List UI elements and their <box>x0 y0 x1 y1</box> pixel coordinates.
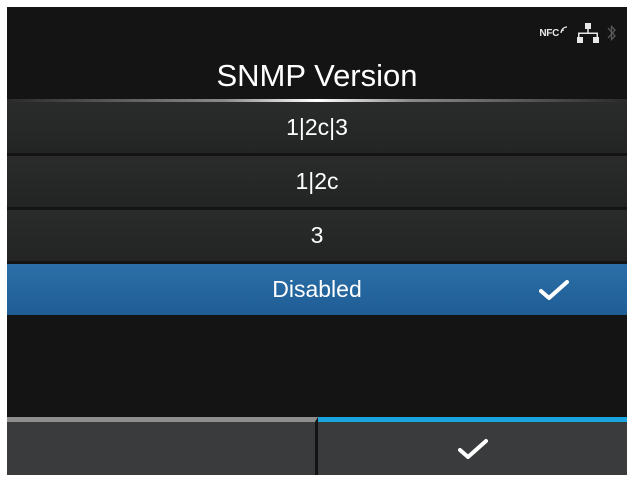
option-label: 3 <box>310 222 324 248</box>
checkmark-icon <box>457 438 488 459</box>
softkey-bar <box>7 417 627 475</box>
option-item-1-2c-3[interactable]: 1|2c|3 <box>7 102 627 153</box>
status-icons: NFC <box>539 23 617 43</box>
option-label: 1|2c <box>295 168 339 194</box>
nfc-icon: NFC <box>539 25 569 39</box>
selected-check-icon <box>539 279 569 300</box>
confirm-softkey[interactable] <box>318 417 627 475</box>
printer-screen: NFC SNMP Version 1|2c|3 1|2c 3 Disabled <box>7 7 627 475</box>
nfc-label: NFC <box>539 27 559 39</box>
bluetooth-icon <box>607 24 616 42</box>
back-softkey[interactable] <box>7 417 318 475</box>
option-list: 1|2c|3 1|2c 3 Disabled <box>7 102 627 318</box>
option-label: 1|2c|3 <box>286 114 348 140</box>
option-item-1-2c[interactable]: 1|2c <box>7 156 627 207</box>
page-title: SNMP Version <box>216 58 418 93</box>
network-icon <box>577 23 599 43</box>
option-item-3[interactable]: 3 <box>7 210 627 261</box>
option-label: Disabled <box>272 276 362 302</box>
option-item-disabled[interactable]: Disabled <box>7 264 627 315</box>
status-bar: NFC <box>7 7 627 57</box>
screen-header: SNMP Version <box>7 53 627 99</box>
